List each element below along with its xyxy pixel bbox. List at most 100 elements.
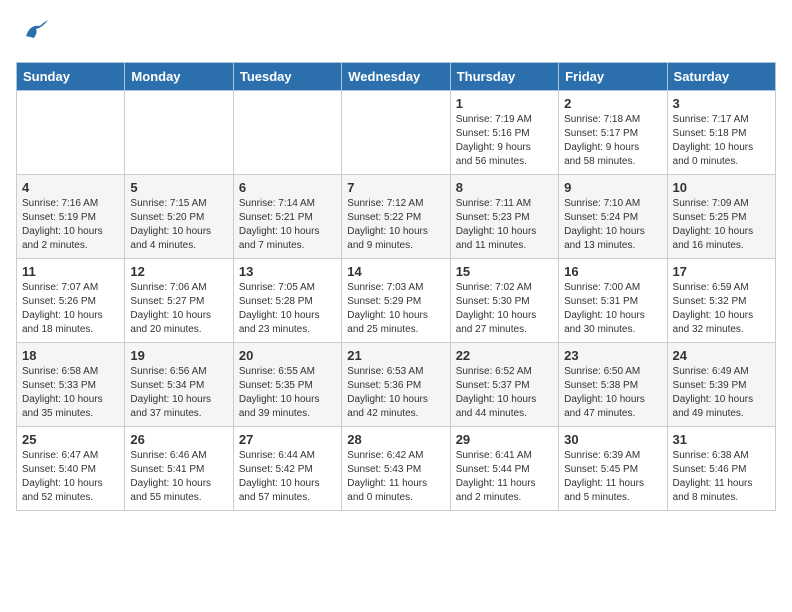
day-number: 9	[564, 180, 661, 195]
calendar-week-row: 18 Sunrise: 6:58 AM Sunset: 5:33 PM Dayli…	[17, 343, 776, 427]
calendar-cell: 29 Sunrise: 6:41 AM Sunset: 5:44 PM Dayli…	[450, 427, 558, 511]
page-header	[16, 16, 776, 52]
day-number: 15	[456, 264, 553, 279]
calendar-cell: 18 Sunrise: 6:58 AM Sunset: 5:33 PM Dayli…	[17, 343, 125, 427]
calendar-cell: 26Sunrise: 6:46 AM Sunset: 5:41 PM Dayli…	[125, 427, 233, 511]
day-number: 11	[22, 264, 119, 279]
day-number: 31	[673, 432, 770, 447]
calendar-table: SundayMondayTuesdayWednesdayThursdayFrid…	[16, 62, 776, 511]
calendar-cell: 6 Sunrise: 7:14 AM Sunset: 5:21 PM Daylig…	[233, 175, 341, 259]
day-number: 19	[130, 348, 227, 363]
calendar-cell: 11 Sunrise: 7:07 AM Sunset: 5:26 PM Dayli…	[17, 259, 125, 343]
day-number: 16	[564, 264, 661, 279]
calendar-cell: 7 Sunrise: 7:12 AM Sunset: 5:22 PM Daylig…	[342, 175, 450, 259]
day-header-wednesday: Wednesday	[342, 63, 450, 91]
day-header-friday: Friday	[559, 63, 667, 91]
day-info: Sunrise: 6:39 AM Sunset: 5:45 PM Dayligh…	[564, 449, 661, 505]
calendar-cell: 16 Sunrise: 7:00 AM Sunset: 5:31 PM Dayli…	[559, 259, 667, 343]
day-header-monday: Monday	[125, 63, 233, 91]
day-info: Sunrise: 7:02 AM Sunset: 5:30 PM Dayligh…	[456, 281, 553, 337]
day-info: Sunrise: 7:06 AM Sunset: 5:27 PM Dayligh…	[130, 281, 227, 337]
calendar-cell	[125, 91, 233, 175]
calendar-cell: 8 Sunrise: 7:11 AM Sunset: 5:23 PM Daylig…	[450, 175, 558, 259]
calendar-cell: 22 Sunrise: 6:52 AM Sunset: 5:37 PM Dayli…	[450, 343, 558, 427]
calendar-cell: 9 Sunrise: 7:10 AM Sunset: 5:24 PM Daylig…	[559, 175, 667, 259]
calendar-cell: 4Sunrise: 7:16 AM Sunset: 5:19 PM Daylig…	[17, 175, 125, 259]
logo	[16, 16, 50, 52]
day-number: 17	[673, 264, 770, 279]
day-number: 24	[673, 348, 770, 363]
calendar-cell: 19 Sunrise: 6:56 AM Sunset: 5:34 PM Dayli…	[125, 343, 233, 427]
calendar-cell: 17 Sunrise: 6:59 AM Sunset: 5:32 PM Dayli…	[667, 259, 775, 343]
day-info: Sunrise: 6:53 AM Sunset: 5:36 PM Dayligh…	[347, 365, 444, 421]
calendar-cell	[233, 91, 341, 175]
day-number: 23	[564, 348, 661, 363]
calendar-cell: 13 Sunrise: 7:05 AM Sunset: 5:28 PM Dayli…	[233, 259, 341, 343]
day-info: Sunrise: 6:58 AM Sunset: 5:33 PM Dayligh…	[22, 365, 119, 421]
calendar-cell: 23 Sunrise: 6:50 AM Sunset: 5:38 PM Dayli…	[559, 343, 667, 427]
day-info: Sunrise: 7:18 AM Sunset: 5:17 PM Dayligh…	[564, 113, 661, 169]
day-info: Sunrise: 6:50 AM Sunset: 5:38 PM Dayligh…	[564, 365, 661, 421]
day-info: Sunrise: 7:17 AM Sunset: 5:18 PM Dayligh…	[673, 113, 770, 169]
calendar-cell: 15 Sunrise: 7:02 AM Sunset: 5:30 PM Dayli…	[450, 259, 558, 343]
day-info: Sunrise: 7:09 AM Sunset: 5:25 PM Dayligh…	[673, 197, 770, 253]
day-number: 13	[239, 264, 336, 279]
calendar-cell: 10 Sunrise: 7:09 AM Sunset: 5:25 PM Dayli…	[667, 175, 775, 259]
day-number: 21	[347, 348, 444, 363]
day-info: Sunrise: 7:15 AM Sunset: 5:20 PM Dayligh…	[130, 197, 227, 253]
calendar-header-row: SundayMondayTuesdayWednesdayThursdayFrid…	[17, 63, 776, 91]
day-number: 1	[456, 96, 553, 111]
day-number: 20	[239, 348, 336, 363]
day-info: Sunrise: 6:41 AM Sunset: 5:44 PM Dayligh…	[456, 449, 553, 505]
day-info: Sunrise: 7:05 AM Sunset: 5:28 PM Dayligh…	[239, 281, 336, 337]
calendar-cell: 3 Sunrise: 7:17 AM Sunset: 5:18 PM Daylig…	[667, 91, 775, 175]
day-info: Sunrise: 6:44 AM Sunset: 5:42 PM Dayligh…	[239, 449, 336, 505]
day-number: 7	[347, 180, 444, 195]
calendar-cell: 12 Sunrise: 7:06 AM Sunset: 5:27 PM Dayli…	[125, 259, 233, 343]
day-number: 10	[673, 180, 770, 195]
calendar-cell: 27 Sunrise: 6:44 AM Sunset: 5:42 PM Dayli…	[233, 427, 341, 511]
day-number: 4	[22, 180, 119, 195]
day-info: Sunrise: 6:59 AM Sunset: 5:32 PM Dayligh…	[673, 281, 770, 337]
day-info: Sunrise: 7:11 AM Sunset: 5:23 PM Dayligh…	[456, 197, 553, 253]
calendar-cell: 24Sunrise: 6:49 AM Sunset: 5:39 PM Dayli…	[667, 343, 775, 427]
day-info: Sunrise: 7:00 AM Sunset: 5:31 PM Dayligh…	[564, 281, 661, 337]
calendar-cell: 14Sunrise: 7:03 AM Sunset: 5:29 PM Dayli…	[342, 259, 450, 343]
day-number: 29	[456, 432, 553, 447]
day-number: 27	[239, 432, 336, 447]
calendar-week-row: 25Sunrise: 6:47 AM Sunset: 5:40 PM Dayli…	[17, 427, 776, 511]
calendar-week-row: 1 Sunrise: 7:19 AM Sunset: 5:16 PM Daylig…	[17, 91, 776, 175]
day-number: 26	[130, 432, 227, 447]
calendar-week-row: 4Sunrise: 7:16 AM Sunset: 5:19 PM Daylig…	[17, 175, 776, 259]
day-number: 8	[456, 180, 553, 195]
day-info: Sunrise: 6:42 AM Sunset: 5:43 PM Dayligh…	[347, 449, 444, 505]
calendar-cell: 20 Sunrise: 6:55 AM Sunset: 5:35 PM Dayli…	[233, 343, 341, 427]
day-number: 18	[22, 348, 119, 363]
calendar-week-row: 11 Sunrise: 7:07 AM Sunset: 5:26 PM Dayli…	[17, 259, 776, 343]
day-info: Sunrise: 7:12 AM Sunset: 5:22 PM Dayligh…	[347, 197, 444, 253]
day-info: Sunrise: 6:55 AM Sunset: 5:35 PM Dayligh…	[239, 365, 336, 421]
day-info: Sunrise: 7:10 AM Sunset: 5:24 PM Dayligh…	[564, 197, 661, 253]
calendar-cell: 28Sunrise: 6:42 AM Sunset: 5:43 PM Dayli…	[342, 427, 450, 511]
calendar-cell: 2Sunrise: 7:18 AM Sunset: 5:17 PM Daylig…	[559, 91, 667, 175]
calendar-cell	[17, 91, 125, 175]
day-info: Sunrise: 6:56 AM Sunset: 5:34 PM Dayligh…	[130, 365, 227, 421]
day-header-saturday: Saturday	[667, 63, 775, 91]
day-header-sunday: Sunday	[17, 63, 125, 91]
day-info: Sunrise: 7:07 AM Sunset: 5:26 PM Dayligh…	[22, 281, 119, 337]
logo-bird-icon	[20, 16, 50, 52]
day-header-thursday: Thursday	[450, 63, 558, 91]
day-number: 25	[22, 432, 119, 447]
day-number: 6	[239, 180, 336, 195]
day-number: 3	[673, 96, 770, 111]
day-info: Sunrise: 6:52 AM Sunset: 5:37 PM Dayligh…	[456, 365, 553, 421]
day-info: Sunrise: 6:38 AM Sunset: 5:46 PM Dayligh…	[673, 449, 770, 505]
day-info: Sunrise: 7:03 AM Sunset: 5:29 PM Dayligh…	[347, 281, 444, 337]
day-number: 12	[130, 264, 227, 279]
day-number: 5	[130, 180, 227, 195]
day-info: Sunrise: 7:14 AM Sunset: 5:21 PM Dayligh…	[239, 197, 336, 253]
day-number: 22	[456, 348, 553, 363]
day-number: 30	[564, 432, 661, 447]
day-info: Sunrise: 7:19 AM Sunset: 5:16 PM Dayligh…	[456, 113, 553, 169]
calendar-cell: 21 Sunrise: 6:53 AM Sunset: 5:36 PM Dayli…	[342, 343, 450, 427]
